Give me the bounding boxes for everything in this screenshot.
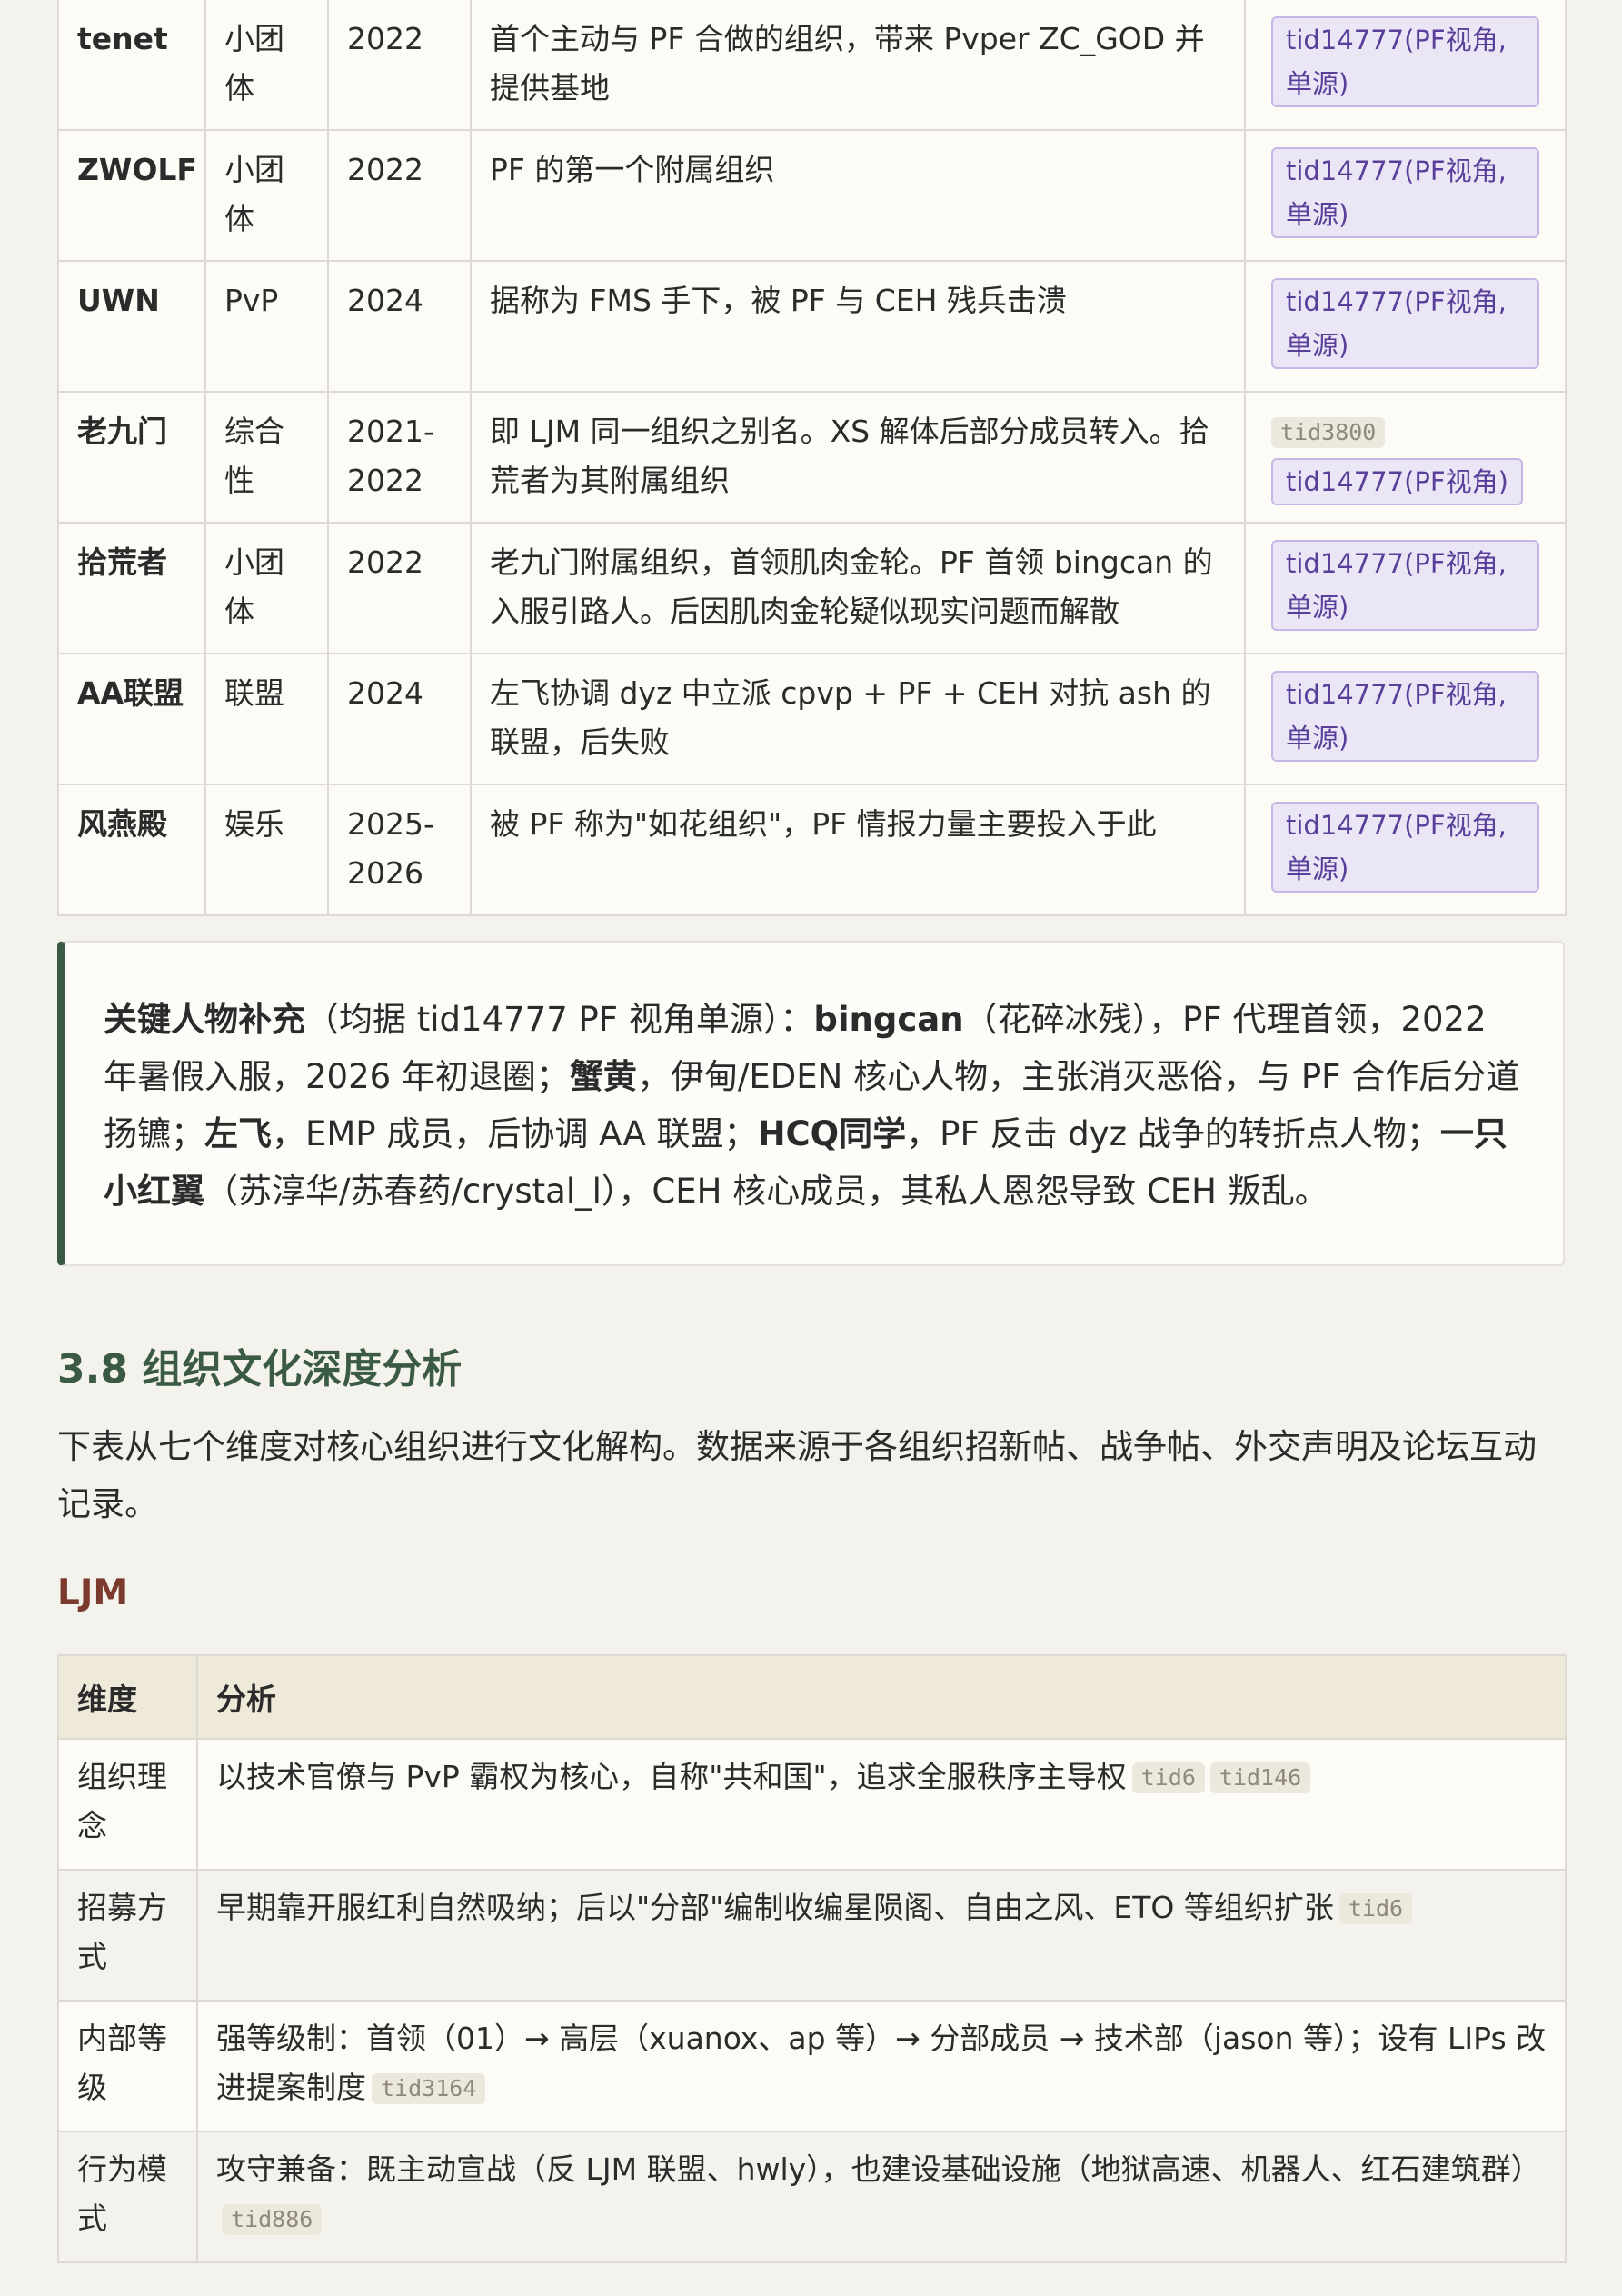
org-type-cell: 小团体 [204,129,329,262]
source-tag[interactable]: tid14777(PF视角,单源) [1271,540,1539,631]
org-type-cell: 小团体 [204,522,329,654]
org-source-cell: tid14777(PF视角,单源) [1244,653,1567,785]
person-hcq: HCQ同学 [757,1114,907,1153]
analysis-cell: 强等级制：首领（01）→ 高层（xuanox、ap 等）→ 分部成员 → 技术部… [196,2000,1567,2132]
org-table: tenet 小团体 2022 首个主动与 PF 合做的组织，带来 Pvper ZC_G… [57,0,1567,916]
person-zuofei: 左飞 [204,1114,272,1153]
source-tag[interactable]: tid14777(PF视角,单源) [1271,802,1539,893]
person-bingcan: bingcan [813,1000,964,1039]
dimension-cell: 组织理念 [57,1738,198,1871]
analysis-cell: 攻守兼备：既主动宣战（反 LJM 联盟、hwly），也建设基础设施（地狱高速、机… [196,2131,1567,2263]
table-row: AA联盟 联盟 2024 左飞协调 dyz 中立派 cpvp + PF + CEH 对… [57,653,1567,785]
org-year-cell: 2025-2026 [327,784,472,916]
table-row: 老九门 综合性 2021-2022 即 LJM 同一组织之别名。XS 解体后部分成员转… [57,391,1567,524]
dimension-cell: 招募方式 [57,1869,198,2002]
org-source-cell: tid14777(PF视角,单源) [1244,522,1567,654]
org-year-cell: 2022 [327,129,472,262]
table-row: 拾荒者 小团体 2022 老九门附属组织，首领肌肉金轮。PF 首领 bingcan 的… [57,522,1567,654]
section-intro: 下表从七个维度对核心组织进行文化解构。数据来源于各组织招新帖、战争帖、外交声明及… [57,1427,1537,1523]
org-desc-cell: 被 PF 称为"如花组织"，PF 情报力量主要投入于此 [470,784,1246,916]
org-name-cell: tenet [57,0,206,131]
thread-id-chip[interactable]: tid6 [1338,1893,1413,1924]
org-name-cell: 拾荒者 [57,522,206,654]
org-type-cell: 联盟 [204,653,329,785]
source-tag[interactable]: tid14777(PF视角,单源) [1271,147,1539,238]
section-heading: 3.8 组织文化深度分析 [57,1346,463,1393]
thread-id-chip[interactable]: tid886 [222,2204,323,2235]
org-name-cell: 风燕殿 [57,784,206,916]
org-year-cell: 2022 [327,522,472,654]
dimension-cell: 内部等级 [57,2000,198,2132]
source-tag[interactable]: tid14777(PF视角,单源) [1271,16,1539,107]
analysis-text: 以技术官僚与 PvP 霸权为核心，自称"共和国"，追求全服秩序主导权 [216,1759,1127,1794]
dimension-cell: 行为模式 [57,2131,198,2263]
analysis-text: 攻守兼备：既主动宣战（反 LJM 联盟、hwly），也建设基础设施（地狱高速、机… [216,2151,1541,2187]
source-tag[interactable]: tid14777(PF视角) [1271,458,1523,505]
table-row: 行为模式 攻守兼备：既主动宣战（反 LJM 联盟、hwly），也建设基础设施（地狱… [57,2131,1567,2263]
org-year-cell: 2024 [327,260,472,393]
org-desc-cell: 左飞协调 dyz 中立派 cpvp + PF + CEH 对抗 ash 的联盟，… [470,653,1246,785]
org-name-cell: ZWOLF [57,129,206,262]
org-name-cell: UWN [57,260,206,393]
source-tag[interactable]: tid14777(PF视角,单源) [1271,278,1539,369]
callout-lead: 关键人物补充 [104,1000,305,1039]
table-row: 内部等级 强等级制：首领（01）→ 高层（xuanox、ap 等）→ 分部成员 →… [57,2000,1567,2132]
person-xiehuang: 蟹黄 [569,1057,637,1096]
source-tag[interactable]: tid14777(PF视角,单源) [1271,671,1539,762]
subsection-heading: LJM [57,1572,129,1613]
key-people-callout: 关键人物补充（均据 tid14777 PF 视角单源）：bingcan（花碎冰残… [57,941,1565,1266]
table-row: tenet 小团体 2022 首个主动与 PF 合做的组织，带来 Pvper ZC_G… [57,0,1567,131]
org-desc-cell: 老九门附属组织，首领肌肉金轮。PF 首领 bingcan 的入服引路人。后因肌肉… [470,522,1246,654]
org-source-cell: tid3800 tid14777(PF视角) [1244,391,1567,524]
org-type-cell: 娱乐 [204,784,329,916]
thread-id-chip[interactable]: tid6 [1131,1762,1205,1793]
org-year-cell: 2022 [327,0,472,131]
org-desc-cell: 首个主动与 PF 合做的组织，带来 Pvper ZC_GOD 并提供基地 [470,0,1246,131]
table-row: 风燕殿 娱乐 2025-2026 被 PF 称为"如花组织"，PF 情报力量主要投入于… [57,784,1567,916]
column-header: 分析 [196,1654,1567,1740]
analysis-text: 早期靠开服红利自然吸纳；后以"分部"编制收编星陨阁、自由之风、ETO 等组织扩张 [216,1890,1334,1925]
org-source-cell: tid14777(PF视角,单源) [1244,260,1567,393]
org-type-cell: 综合性 [204,391,329,524]
analysis-table: 维度 分析 组织理念 以技术官僚与 PvP 霸权为核心，自称"共和国"，追求全服秩… [57,1654,1567,2263]
table-header-row: 维度 分析 [57,1654,1567,1740]
org-name-cell: AA联盟 [57,653,206,785]
table-row: 组织理念 以技术官僚与 PvP 霸权为核心，自称"共和国"，追求全服秩序主导权 ti… [57,1738,1567,1871]
column-header: 维度 [57,1654,198,1740]
org-type-cell: PvP [204,260,329,393]
thread-id-chip[interactable]: tid3164 [372,2073,486,2104]
org-source-cell: tid14777(PF视角,单源) [1244,784,1567,916]
org-source-cell: tid14777(PF视角,单源) [1244,129,1567,262]
org-name-cell: 老九门 [57,391,206,524]
org-source-cell: tid14777(PF视角,单源) [1244,0,1567,131]
thread-id-chip[interactable]: tid146 [1209,1762,1311,1793]
org-desc-cell: PF 的第一个附属组织 [470,129,1246,262]
thread-id-chip[interactable]: tid3800 [1271,417,1386,448]
analysis-cell: 早期靠开服红利自然吸纳；后以"分部"编制收编星陨阁、自由之风、ETO 等组织扩张… [196,1869,1567,2002]
table-row: ZWOLF 小团体 2022 PF 的第一个附属组织 tid14777(PF视角,单源) [57,129,1567,262]
org-desc-cell: 即 LJM 同一组织之别名。XS 解体后部分成员转入。拾荒者为其附属组织 [470,391,1246,524]
table-row: UWN PvP 2024 据称为 FMS 手下，被 PF 与 CEH 残兵击溃 tid1… [57,260,1567,393]
table-row: 招募方式 早期靠开服红利自然吸纳；后以"分部"编制收编星陨阁、自由之风、ETO 等… [57,1869,1567,2002]
org-desc-cell: 据称为 FMS 手下，被 PF 与 CEH 残兵击溃 [470,260,1246,393]
org-year-cell: 2021-2022 [327,391,472,524]
org-year-cell: 2024 [327,653,472,785]
org-type-cell: 小团体 [204,0,329,131]
analysis-cell: 以技术官僚与 PvP 霸权为核心，自称"共和国"，追求全服秩序主导权 tid6 ti… [196,1738,1567,1871]
